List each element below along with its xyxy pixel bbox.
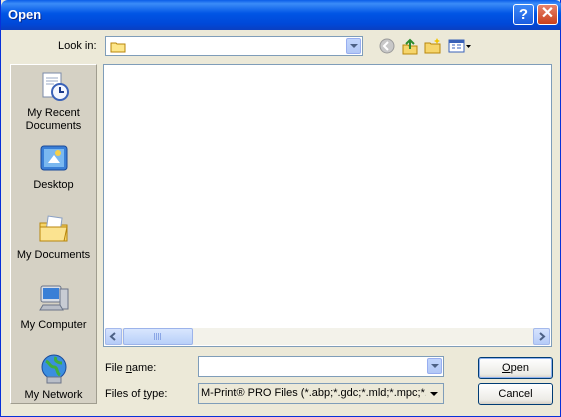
- file-name-label: File name:: [105, 362, 157, 374]
- file-name-dropdown-button[interactable]: [427, 358, 442, 374]
- my-computer-icon: [38, 283, 70, 315]
- look-in-label: Look in:: [58, 40, 97, 52]
- scroll-thumb[interactable]: [123, 328, 193, 345]
- files-of-type-value: M-Print® PRO Files (*.abp;*.gdc;*.mld;*.…: [201, 387, 426, 399]
- views-menu-icon[interactable]: [448, 37, 472, 55]
- desktop-icon: [38, 143, 70, 175]
- look-in-combo[interactable]: [105, 36, 363, 56]
- look-in-dropdown-button[interactable]: [346, 38, 361, 54]
- places-bar: My Recent Documents Desktop My Documents…: [10, 64, 97, 404]
- place-label: My Recent Documents: [25, 107, 82, 132]
- place-label: My Network: [24, 389, 83, 401]
- scroll-left-button[interactable]: [105, 328, 122, 345]
- place-desktop[interactable]: Desktop: [11, 143, 96, 192]
- place-my-network[interactable]: My Network: [11, 353, 96, 402]
- title-bar[interactable]: Open ? ✕: [1, 0, 561, 30]
- place-label: Desktop: [33, 179, 74, 191]
- chevron-down-icon[interactable]: [430, 392, 438, 396]
- files-of-type-label: Files of type:: [105, 388, 168, 400]
- horizontal-scrollbar[interactable]: [105, 328, 550, 345]
- my-documents-icon: [38, 213, 70, 245]
- file-name-combo[interactable]: [198, 356, 444, 377]
- close-button[interactable]: ✕: [537, 4, 558, 25]
- cancel-button[interactable]: Cancel: [478, 383, 553, 405]
- place-label: My Documents: [16, 249, 91, 261]
- my-network-icon: [38, 353, 70, 385]
- help-button[interactable]: ?: [513, 4, 534, 25]
- place-label: My Computer: [20, 319, 87, 331]
- place-my-computer[interactable]: My Computer: [11, 283, 96, 332]
- new-folder-icon[interactable]: [424, 37, 442, 55]
- files-of-type-combo[interactable]: M-Print® PRO Files (*.abp;*.gdc;*.mld;*.…: [198, 383, 444, 404]
- place-my-documents[interactable]: My Documents: [11, 213, 96, 262]
- recent-documents-icon: [38, 71, 70, 103]
- file-list[interactable]: [103, 64, 552, 347]
- place-my-recent-documents[interactable]: My Recent Documents: [11, 71, 96, 133]
- open-button[interactable]: Open: [478, 357, 553, 379]
- back-icon[interactable]: [378, 37, 396, 55]
- up-folder-icon[interactable]: [401, 37, 419, 55]
- scroll-right-button[interactable]: [533, 328, 550, 345]
- window-title: Open: [8, 7, 42, 22]
- open-dialog: Open ? ✕ Look in: My Recent Documents De…: [0, 0, 561, 417]
- folder-icon: [110, 40, 126, 56]
